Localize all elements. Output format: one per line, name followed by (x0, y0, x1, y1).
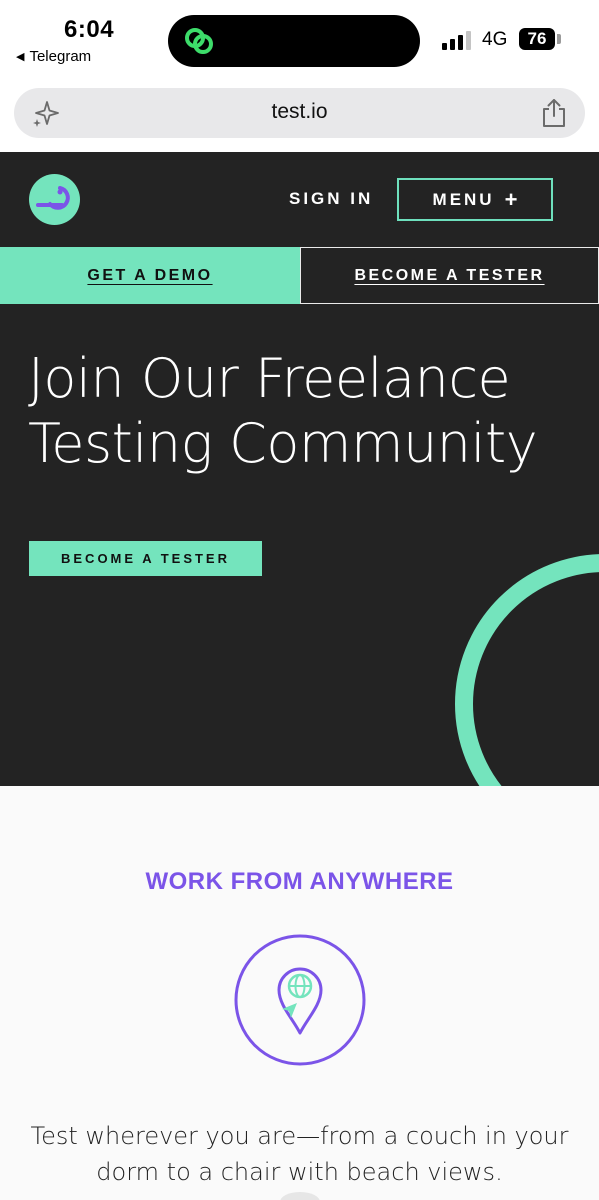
menu-label: MENU (432, 189, 495, 209)
back-arrow-icon: ◀ (16, 51, 25, 63)
location-globe-icon (234, 934, 366, 1066)
feature-description: Test wherever you are—from a couch in yo… (30, 1122, 569, 1186)
browser-toolbar: test.io (0, 80, 599, 152)
decorative-arc (455, 554, 599, 786)
battery-tip (557, 34, 561, 44)
url-text[interactable]: test.io (14, 100, 585, 124)
linked-rings-icon (185, 28, 213, 54)
dynamic-island (168, 15, 420, 67)
status-bar: 6:04 ◀ Telegram 4G 76 (0, 0, 599, 80)
site-header: SIGN IN MENU + (0, 152, 599, 246)
back-to-app-link[interactable]: ◀ Telegram (16, 48, 91, 65)
status-time: 6:04 (64, 16, 115, 43)
sign-in-link[interactable]: SIGN IN (289, 189, 373, 209)
menu-button[interactable]: MENU + (397, 178, 553, 221)
feature-section: WORK FROM ANYWHERE Test wherever you are… (0, 786, 599, 1200)
section-heading: WORK FROM ANYWHERE (145, 868, 454, 895)
address-bar[interactable]: test.io (14, 88, 585, 138)
plus-icon: + (504, 186, 518, 212)
back-app-label: Telegram (29, 48, 92, 65)
get-a-demo-button[interactable]: GET A DEMO (0, 247, 300, 304)
cta-strip: GET A DEMO BECOME A TESTER (0, 246, 599, 304)
hero-title: Join Our Freelance Testing Community (28, 347, 538, 475)
scroll-indicator (280, 1192, 320, 1200)
become-a-tester-button[interactable]: BECOME A TESTER (300, 247, 599, 304)
battery-indicator: 76 (519, 28, 555, 50)
cellular-signal-icon (442, 31, 471, 50)
hero-become-tester-button[interactable]: BECOME A TESTER (29, 541, 262, 576)
hero-section: Join Our Freelance Testing Community BEC… (0, 304, 599, 786)
network-type: 4G (482, 29, 508, 50)
share-icon[interactable] (541, 98, 567, 128)
testio-logo-icon[interactable] (29, 174, 80, 225)
